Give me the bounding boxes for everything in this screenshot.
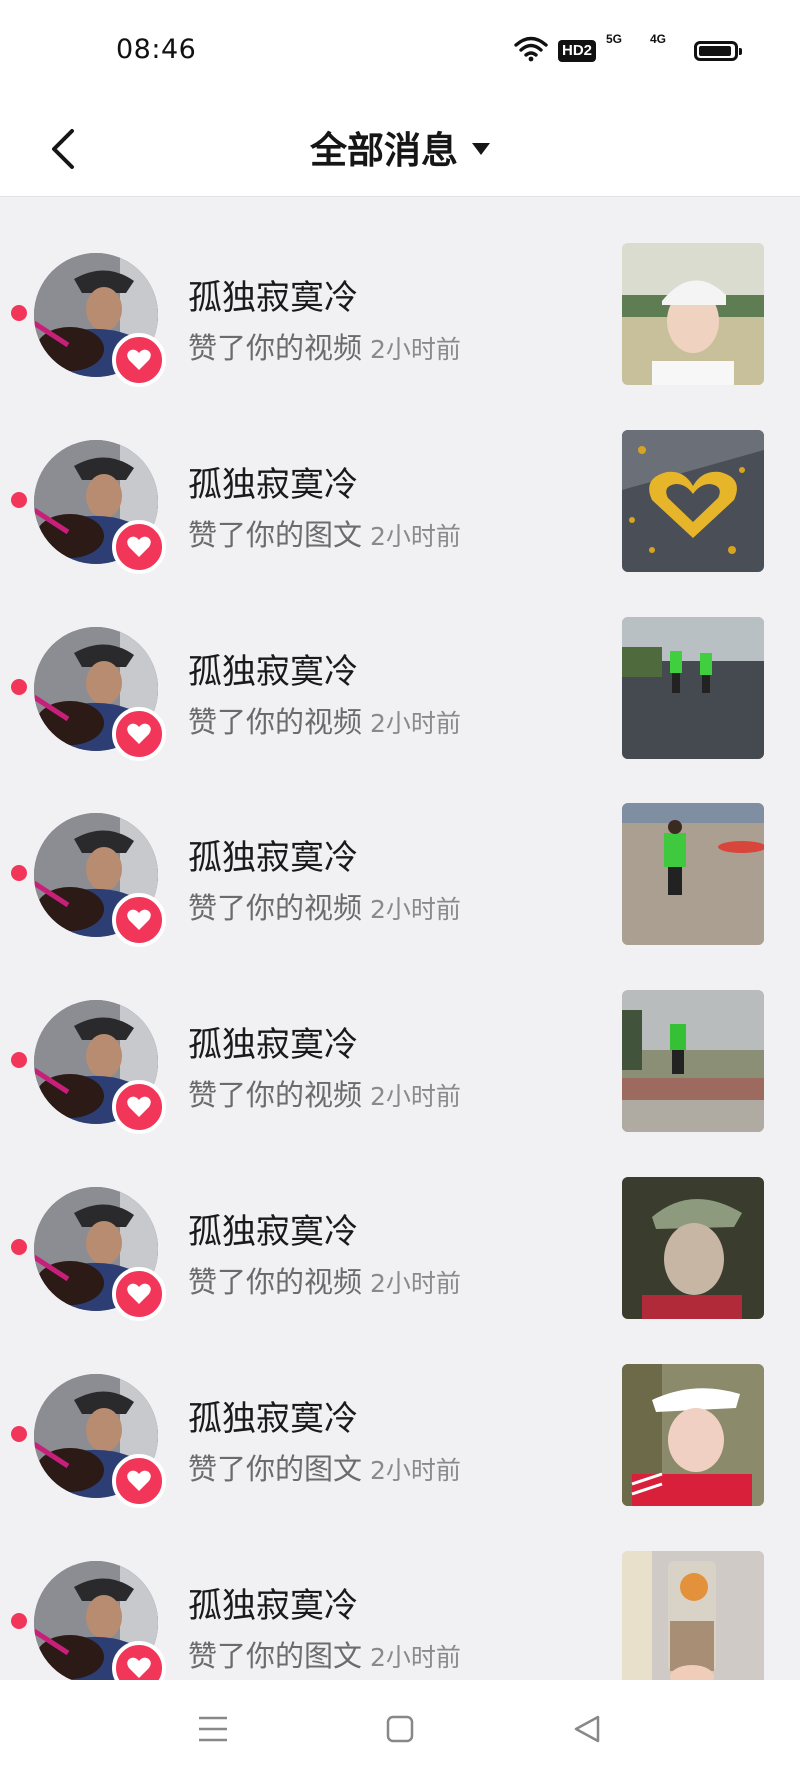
like-badge: [112, 1080, 166, 1135]
notification-item[interactable]: 孤独寂寞冷赞了你的视频 2小时前: [0, 944, 800, 1135]
home-button[interactable]: [370, 1699, 430, 1759]
timestamp: 2小时前: [370, 1082, 461, 1112]
notification-list: 孤独寂寞冷 赞了你的视频 2小时前 孤独寂寞冷 赞了你的图文 2小时前 孤独寂寞冷 赞了你的视…: [0, 197, 800, 1695]
signal-5g-icon: 5G: [606, 32, 623, 46]
unread-dot: [11, 1612, 27, 1629]
action-text: 赞了你的视频: [188, 704, 363, 739]
timestamp: 2小时前: [370, 708, 461, 738]
heart-icon: [127, 1096, 151, 1118]
post-thumbnail[interactable]: [622, 429, 764, 572]
notification-text: 赞了你的视频 2小时前: [188, 1072, 461, 1114]
caret-down-icon: [472, 143, 490, 155]
username[interactable]: 孤独寂寞冷: [188, 1017, 358, 1066]
post-thumbnail[interactable]: [622, 616, 764, 759]
post-thumbnail[interactable]: [622, 1550, 764, 1693]
heart-icon: [127, 349, 151, 370]
username[interactable]: 孤独寂寞冷: [188, 1578, 358, 1627]
wifi-icon: [514, 36, 548, 66]
post-thumbnail[interactable]: [622, 990, 764, 1133]
like-badge: [112, 519, 166, 574]
action-text: 赞了你的图文: [188, 1638, 363, 1673]
username[interactable]: 孤独寂寞冷: [188, 457, 358, 506]
notification-item[interactable]: 孤独寂寞冷赞了你的图文 2小时前: [0, 384, 800, 574]
notification-item[interactable]: 孤独寂寞冷赞了你的视频 2小时前: [0, 197, 800, 387]
username[interactable]: 孤独寂寞冷: [188, 644, 358, 693]
notification-item[interactable]: 孤独寂寞冷赞了你的视频 2小时前: [0, 757, 800, 948]
action-text: 赞了你的视频: [188, 331, 363, 365]
unread-dot: [11, 678, 27, 695]
username[interactable]: 孤独寂寞冷: [188, 1391, 358, 1440]
menu-button[interactable]: [183, 1699, 243, 1759]
username[interactable]: 孤独寂寞冷: [188, 830, 358, 879]
action-text: 赞了你的视频: [188, 1078, 363, 1113]
notification-text: 赞了你的图文 2小时前: [188, 1633, 461, 1675]
unread-dot: [11, 491, 27, 508]
action-text: 赞了你的视频: [188, 891, 363, 926]
status-icons: HD2 5G 4G: [514, 32, 742, 66]
signal-4g-icon: 4G: [650, 32, 667, 46]
unread-dot: [11, 865, 27, 882]
notification-text: 赞了你的视频 2小时前: [188, 885, 461, 927]
notification-item[interactable]: 孤独寂寞冷赞了你的视频 2小时前: [0, 571, 800, 761]
post-thumbnail[interactable]: [622, 1176, 764, 1319]
nav-back-button[interactable]: [557, 1699, 617, 1759]
timestamp: 2小时前: [370, 1642, 461, 1672]
notification-text: 赞了你的视频 2小时前: [188, 325, 461, 367]
notification-text: 赞了你的图文 2小时前: [188, 1446, 461, 1488]
unread-dot: [11, 305, 27, 321]
post-thumbnail[interactable]: [622, 1363, 764, 1506]
status-bar: 08:46 HD2 5G 4G: [0, 0, 800, 98]
system-nav-bar: [0, 1680, 800, 1778]
timestamp: 2小时前: [370, 1455, 461, 1485]
unread-dot: [11, 1052, 27, 1069]
heart-icon: [127, 1657, 151, 1678]
like-badge: [112, 706, 166, 761]
notification-item[interactable]: 孤独寂寞冷赞了你的视频 2小时前: [0, 1131, 800, 1321]
heart-icon: [127, 1470, 151, 1491]
triangle-back-icon: [574, 1715, 599, 1743]
unread-dot: [11, 1425, 27, 1442]
timestamp: 2小时前: [370, 1268, 461, 1298]
action-text: 赞了你的图文: [188, 517, 363, 552]
message-filter-dropdown[interactable]: 全部消息: [0, 120, 800, 174]
timestamp: 2小时前: [370, 335, 461, 364]
menu-icon: [199, 1716, 228, 1742]
like-badge: [112, 1266, 166, 1321]
username[interactable]: 孤独寂寞冷: [188, 1204, 358, 1253]
heart-icon: [127, 910, 151, 931]
notification-text: 赞了你的视频 2小时前: [188, 699, 461, 741]
like-badge: [112, 1453, 166, 1508]
timestamp: 2小时前: [370, 521, 461, 551]
page-title: 全部消息: [310, 129, 458, 172]
battery-level: [699, 46, 732, 56]
post-thumbnail[interactable]: [622, 243, 764, 385]
timestamp: 2小时前: [370, 895, 461, 925]
notification-text: 赞了你的图文 2小时前: [188, 512, 461, 554]
notification-item[interactable]: 孤独寂寞冷赞了你的图文 2小时前: [0, 1318, 800, 1508]
square-home-icon: [386, 1715, 414, 1743]
like-badge: [112, 333, 166, 387]
unread-dot: [11, 1238, 27, 1255]
heart-icon: [127, 723, 151, 744]
like-badge: [112, 893, 166, 948]
heart-icon: [127, 1283, 151, 1304]
heart-icon: [127, 536, 151, 557]
hd-voice-badge: HD2: [557, 40, 596, 62]
header: 全部消息: [0, 98, 800, 197]
post-thumbnail[interactable]: [622, 803, 764, 946]
username[interactable]: 孤独寂寞冷: [188, 270, 358, 319]
clock: 08:46: [116, 34, 197, 65]
battery-icon: [694, 41, 742, 61]
action-text: 赞了你的图文: [188, 1451, 363, 1486]
action-text: 赞了你的视频: [188, 1264, 363, 1299]
notification-item[interactable]: 孤独寂寞冷赞了你的图文 2小时前: [0, 1505, 800, 1695]
notification-text: 赞了你的视频 2小时前: [188, 1259, 461, 1301]
